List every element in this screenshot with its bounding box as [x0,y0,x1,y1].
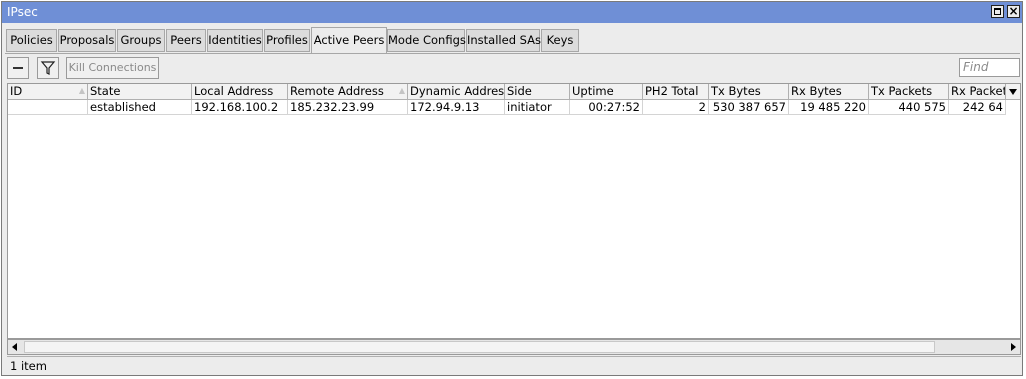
close-button[interactable]: × [1007,4,1020,18]
cell-rx-packets: 242 64 [949,100,1006,115]
cell-state: established [88,100,192,115]
column-header-dynamic-address[interactable]: Dynamic Address [408,84,505,100]
filter-button[interactable] [37,57,59,79]
tab-keys[interactable]: Keys [541,29,579,52]
scroll-thumb[interactable] [24,341,935,353]
tab-identities[interactable]: Identities [207,29,263,52]
cell-tx-packets: 440 575 [869,100,949,115]
tab-groups[interactable]: Groups [117,29,165,52]
tab-installed-sas[interactable]: Installed SAs [466,29,541,52]
column-header-remote-address[interactable]: Remote Address ▲ [288,84,408,100]
column-header-uptime[interactable]: Uptime [570,84,643,100]
cell-rx-bytes: 19 485 220 [789,100,869,115]
arrow-right-icon [1011,343,1016,351]
column-menu-button[interactable] [1006,84,1020,100]
chevron-down-icon [1009,89,1017,95]
tab-profiles[interactable]: Profiles [264,29,310,52]
find-input[interactable]: Find [959,58,1020,77]
minus-icon [13,67,23,69]
column-header-side[interactable]: Side [505,84,570,100]
close-icon: × [1008,4,1019,18]
column-header-state[interactable]: State [88,84,192,100]
horizontal-scrollbar[interactable] [7,339,1021,355]
cell-id [8,100,88,115]
column-header-rx-bytes[interactable]: Rx Bytes [789,84,869,100]
column-header-tx-packets[interactable]: Tx Packets [869,84,949,100]
status-bar: 1 item [7,356,1021,374]
cell-local-address: 192.168.100.2 [192,100,288,115]
tab-policies[interactable]: Policies [6,29,57,52]
column-header-ph2-total[interactable]: PH2 Total [643,84,709,100]
filter-icon [40,61,56,75]
ipsec-window: IPsec × Policies Proposals Groups Peers … [1,1,1023,376]
disable-button[interactable] [7,57,29,79]
title-bar[interactable]: IPsec × [2,2,1022,23]
tab-mode-configs[interactable]: Mode Configs [387,29,466,52]
arrow-left-icon [12,343,17,351]
cell-side: initiator [505,100,570,115]
cell-ph2-total: 2 [643,100,709,115]
table-row[interactable]: established 192.168.100.2 185.232.23.99 … [8,100,1020,115]
tab-proposals[interactable]: Proposals [58,29,116,52]
column-header-tx-bytes[interactable]: Tx Bytes [709,84,789,100]
restore-icon [994,8,1001,15]
column-header-id[interactable]: ID ▲ [8,84,88,100]
column-header-local-address[interactable]: Local Address [192,84,288,100]
sort-icon: ▲ [398,86,405,95]
scroll-left-button[interactable] [8,340,22,354]
column-header-rx-packets[interactable]: Rx Packets [949,84,1006,100]
restore-button[interactable] [991,5,1004,18]
scroll-right-button[interactable] [1006,340,1020,354]
window-title: IPsec [7,5,38,19]
active-peers-table: ID ▲ State Local Address Remote Address … [7,83,1021,339]
tab-divider [5,53,1020,54]
sort-icon: ▲ [78,86,85,95]
cell-dynamic-address: 172.94.9.13 [408,100,505,115]
cell-tx-bytes: 530 387 657 [709,100,789,115]
item-count: 1 item [10,359,47,373]
cell-uptime: 00:27:52 [570,100,643,115]
tab-active-peers[interactable]: Active Peers [311,27,387,53]
kill-connections-button[interactable]: Kill Connections [66,57,159,79]
cell-remote-address: 185.232.23.99 [288,100,408,115]
tab-peers[interactable]: Peers [166,29,206,52]
